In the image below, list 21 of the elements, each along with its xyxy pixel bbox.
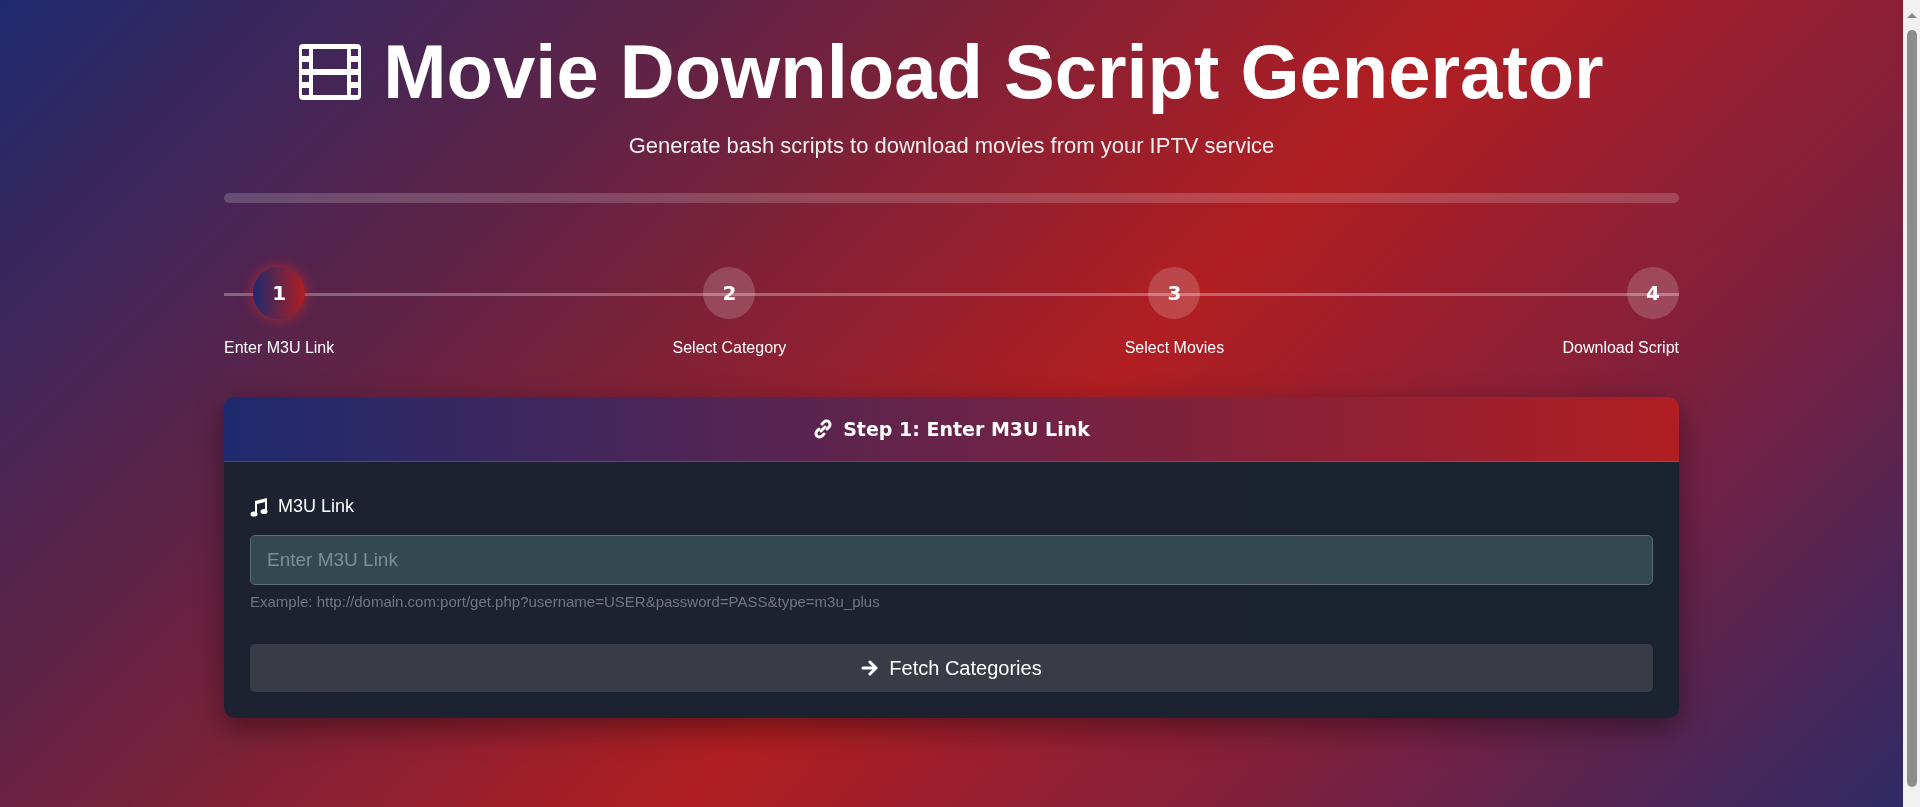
scroll-up-arrow-icon[interactable] [1905, 10, 1918, 20]
field-hint: Example: http://domain.com:port/get.php?username=USER&password=PASS&type=m3u_plus [250, 593, 881, 610]
step-indicator: 1 [253, 267, 306, 319]
page-title: Movie Download Script Generator [383, 28, 1604, 115]
film-icon [299, 43, 362, 100]
arrow-right-icon [861, 660, 880, 676]
step-label: Select Category [672, 339, 787, 357]
page-subtitle: Generate bash scripts to download movies from your IPTV service [627, 133, 1276, 159]
scrollbar[interactable] [1903, 0, 1920, 807]
card-title: Step 1: Enter M3U Link [843, 418, 1090, 440]
m3u-link-input[interactable]: Enter M3U Link [250, 535, 1653, 585]
step-label: Enter M3U Link [224, 339, 335, 357]
field-label: M3U Link [278, 496, 355, 517]
step-label: Select Movies [1124, 339, 1225, 357]
fetch-categories-button[interactable]: Fetch Categories [250, 644, 1653, 692]
music-note-icon [250, 496, 268, 517]
step-indicator: 3 [1148, 267, 1201, 319]
step-label: Download Script [1562, 339, 1679, 357]
step-indicator: 2 [703, 267, 756, 319]
step-indicator: 4 [1627, 267, 1679, 319]
link-icon [813, 419, 834, 439]
